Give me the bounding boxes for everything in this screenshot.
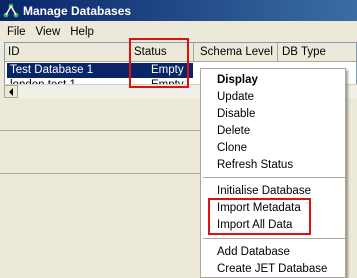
scroll-left-arrow-icon	[9, 87, 13, 96]
menu-item-delete[interactable]: Delete	[201, 123, 345, 140]
menu-item-display[interactable]: Display	[201, 72, 345, 89]
context-menu: Display Update Disable Delete Clone Refr…	[200, 68, 346, 278]
column-header-schema-level[interactable]: Schema Level	[194, 43, 278, 61]
menu-item-refresh-status[interactable]: Refresh Status	[201, 157, 345, 174]
status-column-highlight	[129, 38, 189, 88]
menu-separator	[203, 177, 345, 178]
menu-item-create-jet-database[interactable]: Create JET Database	[201, 261, 345, 278]
divider	[0, 130, 200, 131]
column-header-db-type[interactable]: DB Type	[278, 43, 356, 61]
scroll-left-button[interactable]	[4, 85, 18, 98]
menu-file[interactable]: File	[2, 26, 31, 38]
menu-separator	[203, 238, 345, 239]
import-items-highlight	[208, 198, 311, 235]
cell-id: Test Database 1	[10, 64, 94, 76]
menu-view[interactable]: View	[31, 26, 66, 38]
menu-item-update[interactable]: Update	[201, 89, 345, 106]
menu-item-clone[interactable]: Clone	[201, 140, 345, 157]
menu-item-add-database[interactable]: Add Database	[201, 244, 345, 261]
title-bar: Manage Databases	[0, 0, 357, 21]
divider	[0, 173, 200, 174]
menu-item-disable[interactable]: Disable	[201, 106, 345, 123]
column-header-id[interactable]: ID	[5, 43, 131, 61]
app-tree-icon	[3, 3, 19, 19]
window-title: Manage Databases	[23, 3, 132, 18]
menu-help[interactable]: Help	[65, 26, 99, 38]
